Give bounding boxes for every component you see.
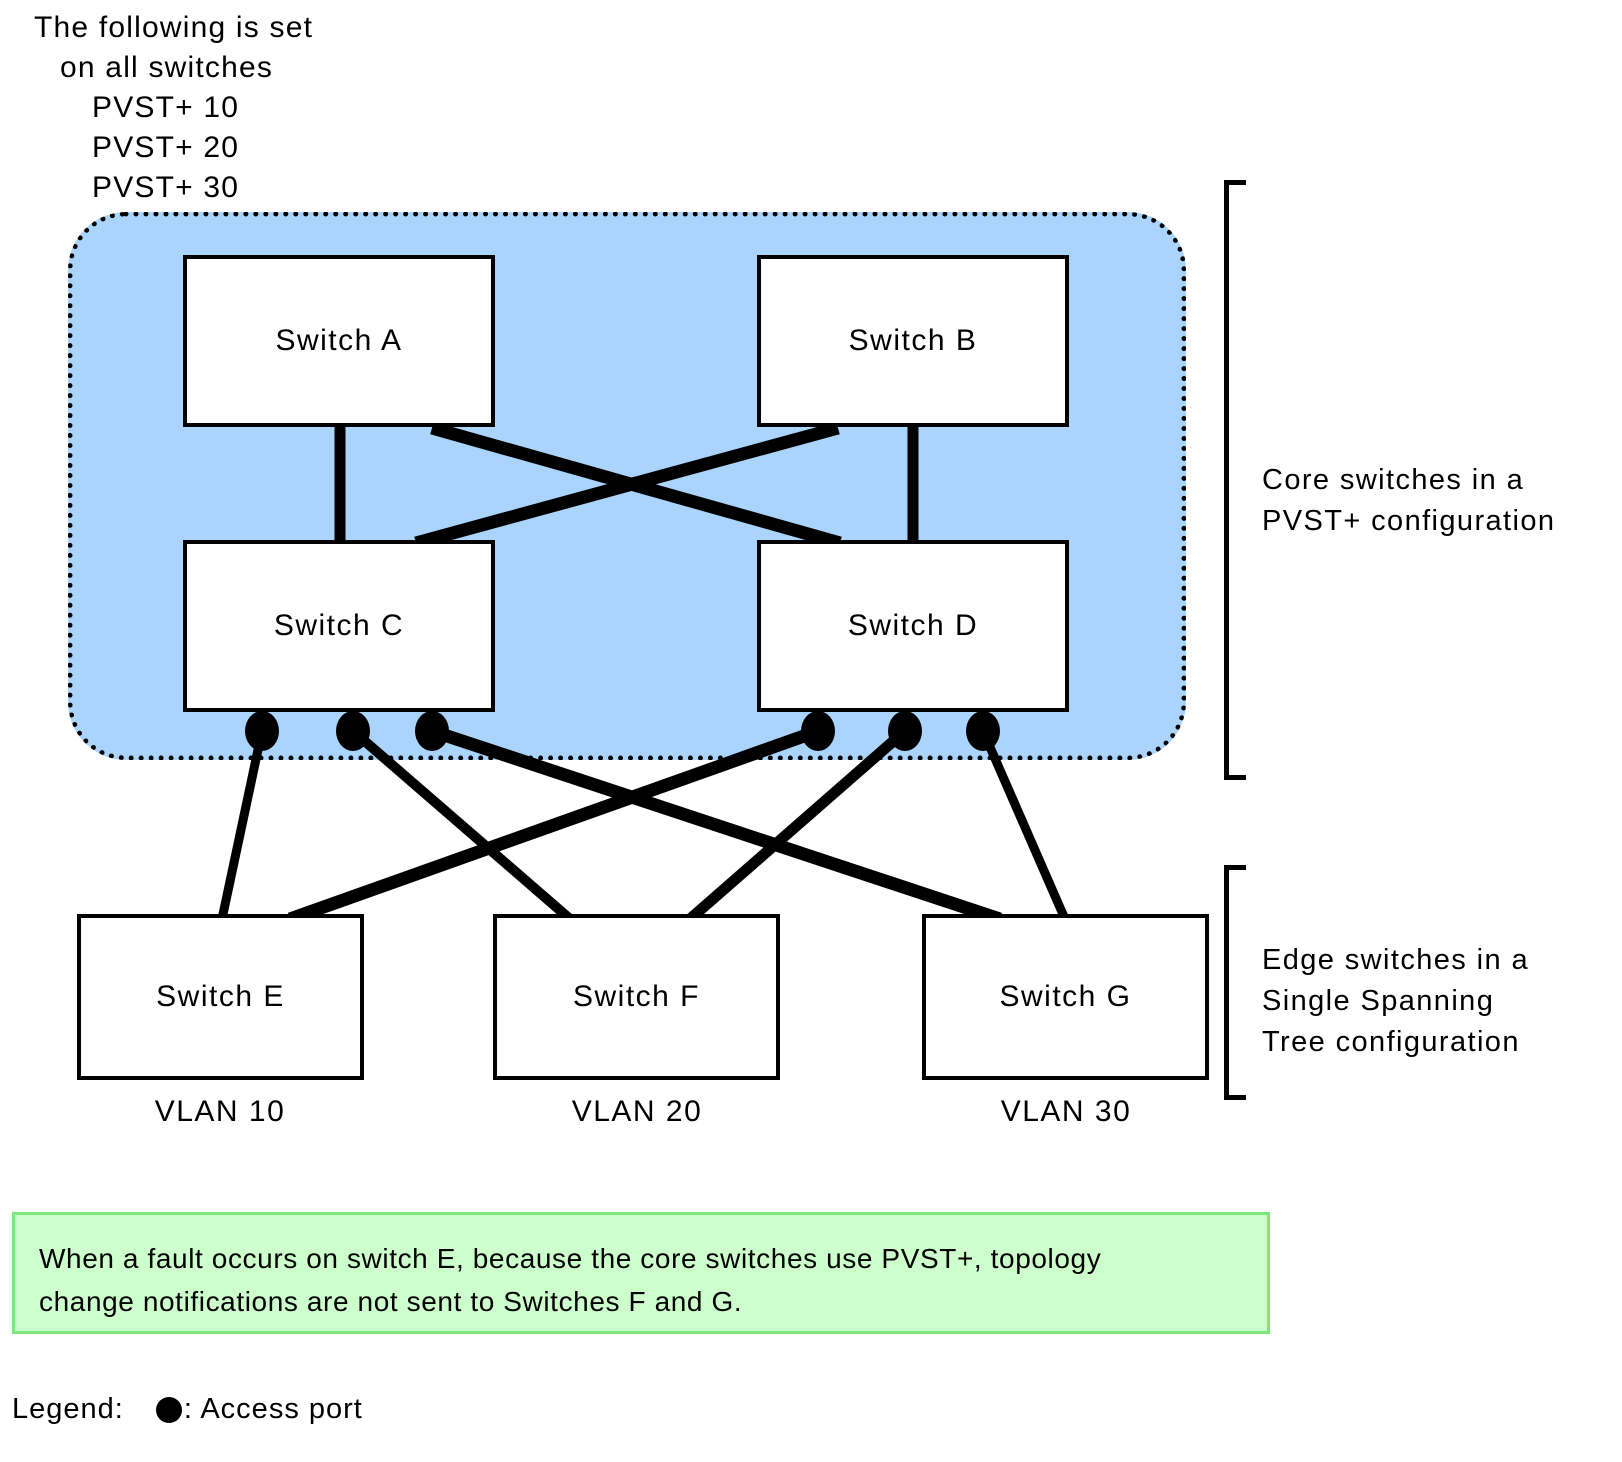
switch-e-label: Switch E — [156, 980, 285, 1013]
edge-region-annotation: Edge switches in a Single Spanning Tree … — [1262, 944, 1529, 1058]
core-region-annotation: Core switches in a PVST+ configuration — [1262, 464, 1556, 537]
switch-a-label: Switch A — [275, 324, 403, 357]
header-note-line-4: PVST+ 20 — [92, 131, 240, 164]
header-note-line-5: PVST+ 30 — [92, 171, 240, 204]
vlan-label-g: VLAN 30 — [1000, 1095, 1132, 1128]
legend: Legend: : Access port — [12, 1393, 363, 1426]
access-port-icon — [155, 1396, 182, 1423]
header-note-line-3: PVST+ 10 — [92, 91, 240, 124]
edge-region-bracket — [1224, 865, 1246, 1100]
switch-box-e[interactable]: Switch E — [77, 914, 364, 1080]
switch-box-g[interactable]: Switch G — [922, 914, 1209, 1080]
switch-c-label: Switch C — [273, 609, 405, 642]
switch-box-d[interactable]: Switch D — [757, 540, 1069, 712]
switch-f-label: Switch F — [572, 980, 701, 1013]
legend-title: Legend: — [12, 1393, 124, 1425]
note-line-2: change notifications are not sent to Swi… — [39, 1286, 743, 1317]
switch-b-label: Switch B — [848, 324, 978, 357]
switch-d-label: Switch D — [847, 609, 979, 642]
explanation-note-box: When a fault occurs on switch E, because… — [12, 1212, 1270, 1334]
core-region-bracket — [1224, 180, 1246, 780]
switch-box-a[interactable]: Switch A — [183, 255, 495, 427]
header-note-line-1: The following is set — [34, 11, 314, 44]
switch-box-f[interactable]: Switch F — [493, 914, 780, 1080]
header-note-line-2: on all switches — [60, 51, 274, 84]
legend-access-port-text: : Access port — [183, 1393, 363, 1425]
switch-box-c[interactable]: Switch C — [183, 540, 495, 712]
vlan-label-f: VLAN 20 — [571, 1095, 703, 1128]
switch-box-b[interactable]: Switch B — [757, 255, 1069, 427]
switch-g-label: Switch G — [999, 980, 1132, 1013]
header-note: The following is set on all switches PVS… — [34, 8, 554, 208]
note-line-1: When a fault occurs on switch E, because… — [39, 1243, 1102, 1274]
vlan-label-e: VLAN 10 — [154, 1095, 286, 1128]
